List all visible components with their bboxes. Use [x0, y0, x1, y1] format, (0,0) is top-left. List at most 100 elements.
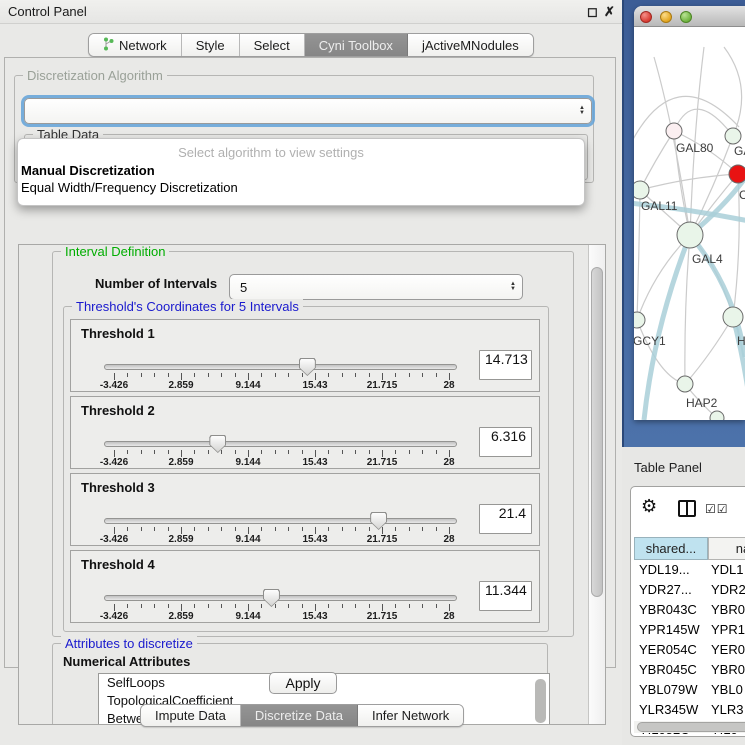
- threshold-slider-track[interactable]: [104, 595, 457, 601]
- threshold-slider-track[interactable]: [104, 518, 457, 524]
- cell-name[interactable]: YLR3: [711, 702, 744, 717]
- window-title: Control Panel: [8, 4, 87, 19]
- network-node-HAP2[interactable]: [677, 376, 693, 392]
- table-row[interactable]: YBR043C YBR0: [631, 600, 745, 620]
- threshold-value-field[interactable]: 14.713: [479, 350, 532, 380]
- gear-icon[interactable]: ⚙: [641, 497, 657, 515]
- tab-impute-data[interactable]: Impute Data: [141, 705, 241, 726]
- tab-network[interactable]: Network: [89, 34, 182, 56]
- algorithm-popup-placeholder: Select algorithm to view settings: [18, 145, 524, 160]
- minimize-traffic-light[interactable]: [660, 11, 672, 23]
- tab-infer-network[interactable]: Infer Network: [358, 705, 463, 726]
- network-node-node-topright[interactable]: [725, 128, 741, 144]
- tick-minor: [369, 373, 370, 377]
- tick-minor: [409, 450, 410, 454]
- network-node-GCY1[interactable]: [634, 312, 645, 328]
- tick-major: [114, 527, 115, 534]
- threshold-slider-track[interactable]: [104, 364, 457, 370]
- column-header-shared-name[interactable]: shared...: [634, 537, 708, 560]
- cell-name[interactable]: YDL1: [711, 562, 744, 577]
- threshold-value-field[interactable]: 21.4: [479, 504, 532, 534]
- table-row[interactable]: YBL079W YBL0: [631, 680, 745, 700]
- cell-name[interactable]: YBR0: [711, 602, 745, 617]
- tab-cyni-toolbox[interactable]: Cyni Toolbox: [305, 34, 408, 56]
- network-graph: GAL80GACGAL11GAL4GCY1HHAP2: [634, 27, 745, 420]
- column-header-name[interactable]: na: [708, 537, 745, 560]
- tick-major: [315, 527, 316, 534]
- network-node-GAL11[interactable]: [634, 181, 649, 199]
- cell-name[interactable]: YDR2: [711, 582, 745, 597]
- cell-shared-name[interactable]: YDR27...: [639, 582, 692, 597]
- zoom-traffic-light[interactable]: [680, 11, 692, 23]
- close-icon[interactable]: ✗: [604, 4, 615, 20]
- cell-name[interactable]: YBR0: [711, 662, 745, 677]
- tick-label: 9.144: [235, 457, 260, 468]
- cell-name[interactable]: YER0: [711, 642, 745, 657]
- cell-shared-name[interactable]: YER054C: [639, 642, 697, 657]
- tab-style[interactable]: Style: [182, 34, 240, 56]
- network-edge: [640, 174, 738, 190]
- cell-shared-name[interactable]: YBR045C: [639, 662, 697, 677]
- network-node-H-node[interactable]: [723, 307, 743, 327]
- tick-minor: [355, 604, 356, 608]
- panel-scrollbar-track[interactable]: [588, 245, 605, 724]
- numerical-attributes-label: Numerical Attributes: [63, 654, 190, 669]
- algorithm-option-1[interactable]: Manual Discretization: [21, 163, 155, 178]
- algorithm-combo[interactable]: ▲▼: [24, 98, 592, 124]
- tick-minor: [208, 604, 209, 608]
- thresholds-group-title: Threshold's Coordinates for 5 Intervals: [72, 299, 303, 314]
- algorithm-option-2[interactable]: Equal Width/Frequency Discretization: [21, 180, 238, 195]
- spinner-arrows-icon: ▲▼: [510, 275, 516, 299]
- close-traffic-light[interactable]: [640, 11, 652, 23]
- threshold-value-field[interactable]: 11.344: [479, 581, 532, 611]
- cell-shared-name[interactable]: YLR345W: [639, 702, 698, 717]
- tick-minor: [141, 604, 142, 608]
- table-row[interactable]: YDR27... YDR2: [631, 580, 745, 600]
- table-row[interactable]: YDL19... YDL1: [631, 560, 745, 580]
- network-node-GAL80[interactable]: [666, 123, 682, 139]
- tick-minor: [127, 450, 128, 454]
- tick-minor: [355, 527, 356, 531]
- cell-shared-name[interactable]: YBR043C: [639, 602, 697, 617]
- threshold-panel-2: Threshold 2-3.4262.8599.14415.4321.71528…: [70, 396, 540, 469]
- tick-major: [181, 604, 182, 611]
- cell-shared-name[interactable]: YPR145W: [639, 622, 700, 637]
- list-scrollbar[interactable]: [535, 679, 546, 723]
- checkboxes-icon[interactable]: ☑☑: [705, 502, 729, 516]
- table-row[interactable]: YER054C YER0: [631, 640, 745, 660]
- cell-name[interactable]: YBL0: [711, 682, 743, 697]
- network-node-GAL4[interactable]: [677, 222, 703, 248]
- tick-minor: [194, 527, 195, 531]
- table-row[interactable]: YPR145W YPR1: [631, 620, 745, 640]
- columns-icon[interactable]: [678, 500, 696, 517]
- apply-button[interactable]: Apply: [269, 672, 337, 694]
- cell-name[interactable]: YPR1: [711, 622, 745, 637]
- table-row[interactable]: YLR345W YLR3: [631, 700, 745, 720]
- tab-jactivemnodules[interactable]: jActiveMNodules: [408, 34, 533, 56]
- tab-discretize-data[interactable]: Discretize Data: [241, 705, 358, 726]
- panel-scrollbar-thumb[interactable]: [591, 267, 603, 597]
- cell-shared-name[interactable]: YBL079W: [639, 682, 698, 697]
- table-hscrollbar-thumb[interactable]: [637, 722, 745, 732]
- tick-minor: [208, 373, 209, 377]
- table-hscrollbar[interactable]: [634, 721, 745, 733]
- cell-shared-name[interactable]: YDL19...: [639, 562, 690, 577]
- network-canvas[interactable]: GAL80GACGAL11GAL4GCY1HHAP2: [634, 27, 745, 420]
- tick-major: [114, 450, 115, 457]
- tick-label: 21.715: [367, 380, 398, 391]
- network-node-red-node[interactable]: [729, 165, 745, 183]
- tick-minor: [235, 450, 236, 454]
- network-node-node-bottom[interactable]: [710, 411, 724, 420]
- table-row[interactable]: YBR045C YBR0: [631, 660, 745, 680]
- threshold-label: Threshold 3: [81, 480, 155, 495]
- threshold-label: Threshold 4: [81, 557, 155, 572]
- tab-select[interactable]: Select: [240, 34, 305, 56]
- number-of-intervals-spinner[interactable]: 5 ▲▼: [229, 274, 523, 300]
- tick-minor: [328, 450, 329, 454]
- tick-minor: [409, 604, 410, 608]
- network-icon: [103, 37, 114, 54]
- threshold-slider-track[interactable]: [104, 441, 457, 447]
- threshold-value-field[interactable]: 6.316: [479, 427, 532, 457]
- discretization-algorithm-title: Discretization Algorithm: [23, 68, 167, 83]
- float-window-icon[interactable]: ◻: [587, 4, 598, 20]
